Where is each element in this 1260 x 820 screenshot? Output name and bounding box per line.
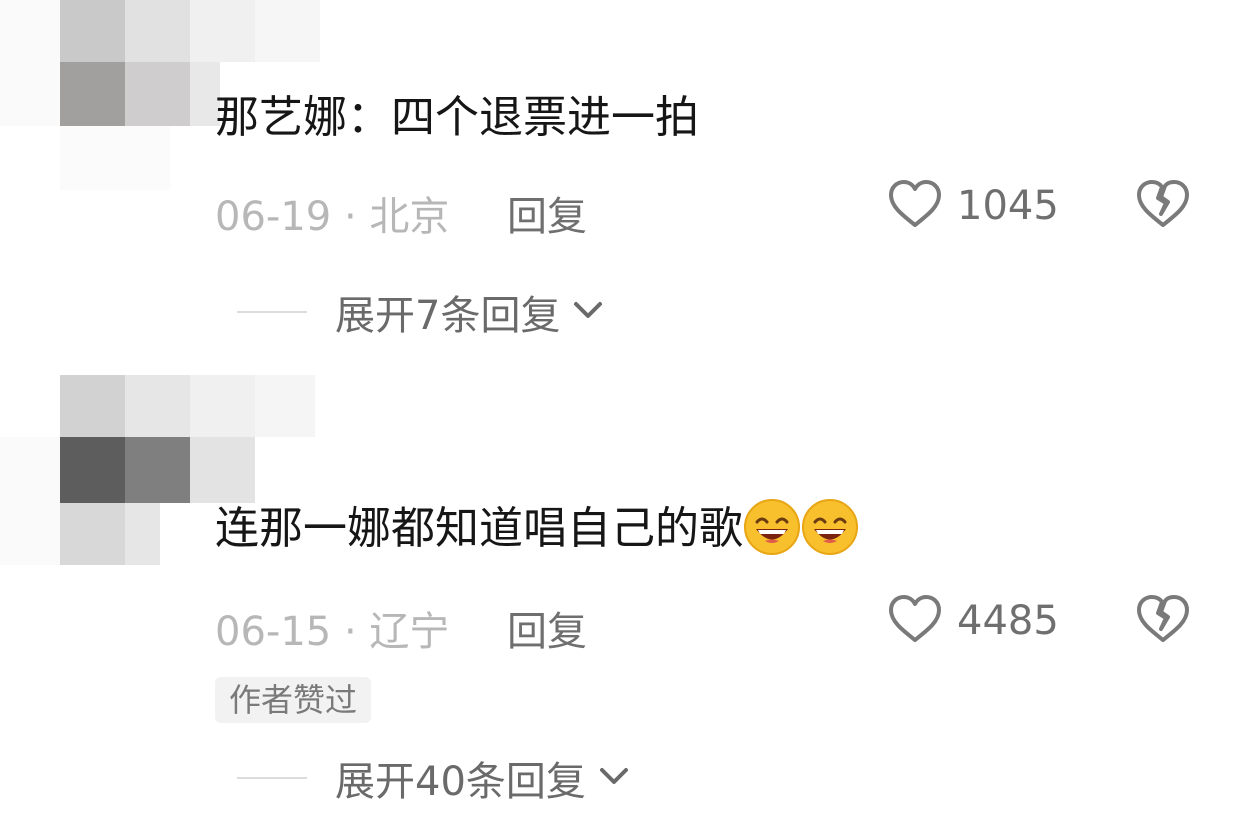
- comment-date-location: 06-15 · 辽宁: [215, 609, 450, 655]
- divider: [237, 311, 307, 313]
- comment-item: 那艺娜：四个退票进一拍 06-19 · 北京 回复 1045 展开7条回复: [0, 0, 1260, 370]
- comment-date-location: 06-19 · 北京: [215, 194, 450, 240]
- like-count: 1045: [957, 183, 1059, 229]
- broken-heart-icon: [1135, 593, 1191, 649]
- like-button[interactable]: 4485: [887, 593, 1059, 649]
- reply-button[interactable]: 回复: [507, 599, 587, 657]
- comment-text: 连那一娜都知道唱自己的歌: [215, 499, 859, 556]
- expand-replies-button[interactable]: 展开7条回复: [237, 286, 608, 339]
- grin-emoji-icon: [801, 498, 859, 556]
- comment-meta: 06-19 · 北京 回复 1045: [215, 178, 1205, 240]
- comment-text: 那艺娜：四个退票进一拍: [215, 92, 699, 143]
- like-count: 4485: [957, 598, 1059, 644]
- expand-replies-label: 展开40条回复: [335, 759, 586, 805]
- like-button[interactable]: 1045: [887, 178, 1059, 234]
- comment-meta: 06-15 · 辽宁 回复 4485: [215, 593, 1205, 655]
- divider: [237, 777, 307, 779]
- dislike-button[interactable]: [1135, 178, 1191, 234]
- chevron-down-icon: [560, 290, 608, 334]
- heart-outline-icon: [887, 594, 943, 648]
- grin-emoji-icon: [743, 498, 801, 556]
- chevron-down-icon: [586, 756, 634, 800]
- comment-item: 连那一娜都知道唱自己的歌 06-15 · 辽宁 回复 4485 作者赞过 展开4…: [0, 375, 1260, 820]
- author-liked-badge: 作者赞过: [215, 677, 372, 723]
- expand-replies-button[interactable]: 展开40条回复: [237, 752, 634, 805]
- expand-replies-label: 展开7条回复: [335, 293, 561, 339]
- heart-outline-icon: [887, 179, 943, 233]
- comment-text-content: 连那一娜都知道唱自己的歌: [215, 503, 743, 554]
- broken-heart-icon: [1135, 178, 1191, 234]
- reply-button[interactable]: 回复: [507, 184, 587, 242]
- dislike-button[interactable]: [1135, 593, 1191, 649]
